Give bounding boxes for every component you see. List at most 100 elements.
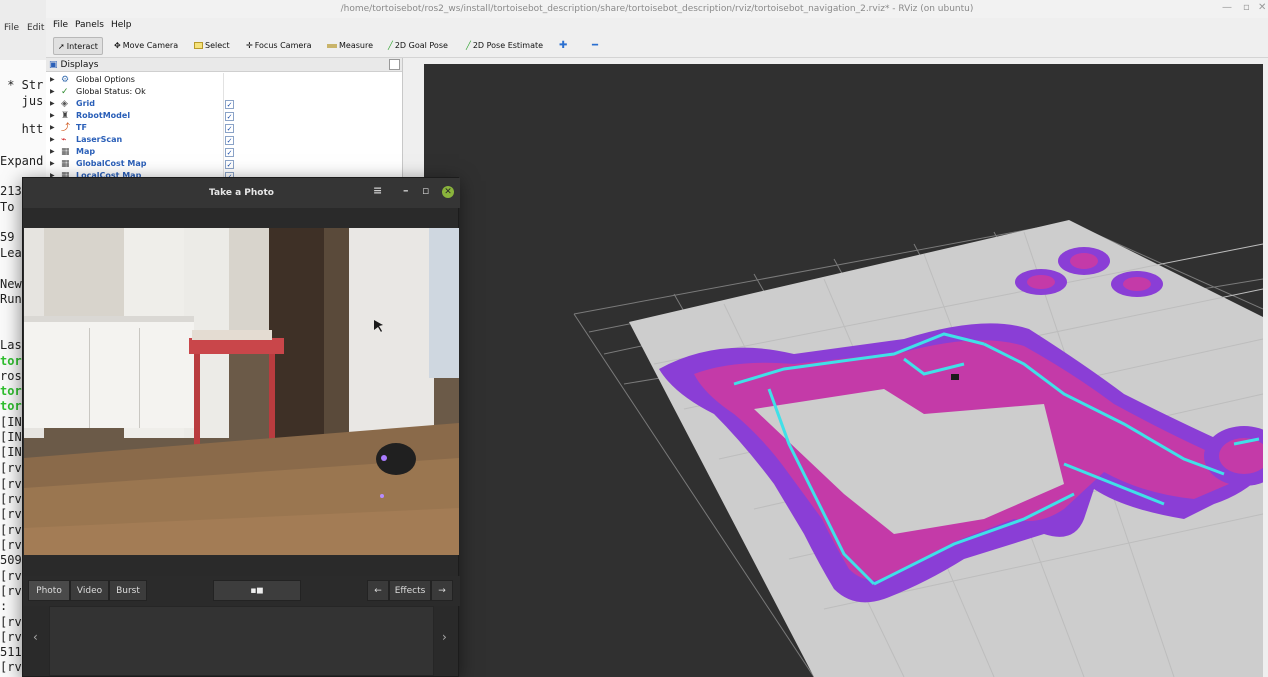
desktop: File Edit * Str jus htt Expand 213 To s 59 a… bbox=[0, 0, 1268, 677]
effects-button[interactable]: Effects bbox=[389, 580, 431, 601]
terminal-line: : bbox=[0, 599, 8, 613]
effects-next-button[interactable]: → bbox=[431, 580, 453, 601]
display-item-label: TF bbox=[76, 123, 87, 132]
robot-model-icon: ♜ bbox=[61, 111, 70, 121]
remove-tool-icon[interactable]: ━ bbox=[588, 37, 602, 55]
minimize-icon[interactable]: – bbox=[403, 184, 409, 197]
display-enabled-checkbox[interactable]: ✓ bbox=[225, 100, 234, 109]
terminal-line: tor bbox=[0, 399, 22, 413]
take-photo-button[interactable]: ▪◼ bbox=[213, 580, 301, 601]
terminal-line: * Str bbox=[0, 78, 44, 92]
add-tool-icon[interactable]: ✚ bbox=[555, 37, 571, 55]
select-icon bbox=[194, 42, 203, 49]
expand-arrow-icon[interactable]: ▶ bbox=[50, 86, 55, 98]
display-item-grid[interactable]: ▶ ◈ Grid ✓ bbox=[46, 98, 403, 110]
menu-help[interactable]: Help bbox=[111, 20, 132, 30]
costmap-render bbox=[424, 64, 1263, 677]
terminal-line: Run bbox=[0, 292, 22, 306]
display-item-label: Global Options bbox=[76, 75, 135, 84]
expand-arrow-icon[interactable]: ▶ bbox=[50, 122, 55, 134]
camera-preview bbox=[24, 228, 459, 555]
terminal-line: 511 bbox=[0, 645, 22, 659]
menu-panels[interactable]: Panels bbox=[75, 20, 104, 30]
focus-camera-tool-button[interactable]: ✛ Focus Camera bbox=[242, 37, 316, 55]
interact-tool-button[interactable]: ➚ Interact bbox=[53, 37, 103, 55]
minimize-icon[interactable]: — bbox=[1222, 2, 1232, 13]
terminal-line: Lea bbox=[0, 246, 22, 260]
display-item-label: Grid bbox=[76, 99, 95, 108]
camera-scene bbox=[24, 228, 459, 555]
select-tool-button[interactable]: Select bbox=[190, 37, 234, 55]
effects-prev-button[interactable]: ← bbox=[367, 580, 389, 601]
terminal-line: 213 bbox=[0, 184, 22, 198]
display-item-global-status-ok[interactable]: ▶ ✓ Global Status: Ok bbox=[46, 86, 403, 98]
display-item-label: GlobalCost Map bbox=[76, 159, 147, 168]
expand-arrow-icon[interactable]: ▶ bbox=[50, 98, 55, 110]
display-item-label: Map bbox=[76, 147, 96, 156]
display-item-global-options[interactable]: ▶ ⚙ Global Options bbox=[46, 74, 403, 86]
display-enabled-checkbox[interactable]: ✓ bbox=[225, 136, 234, 145]
display-item-label: LaserScan bbox=[76, 135, 123, 144]
arrow-right-icon: → bbox=[438, 586, 446, 596]
expand-arrow-icon[interactable]: ▶ bbox=[50, 134, 55, 146]
mode-photo-button[interactable]: Photo bbox=[28, 580, 70, 601]
display-item-laserscan[interactable]: ▶ ⌁ LaserScan ✓ bbox=[46, 134, 403, 146]
display-enabled-checkbox[interactable]: ✓ bbox=[225, 112, 234, 121]
thumbnail-strip[interactable] bbox=[49, 606, 434, 676]
expand-arrow-icon[interactable]: ▶ bbox=[50, 74, 55, 86]
move-camera-tool-button[interactable]: ✥ Move Camera bbox=[110, 37, 182, 55]
terminal-line: htt bbox=[0, 122, 44, 136]
display-item-robotmodel[interactable]: ▶ ♜ RobotModel ✓ bbox=[46, 110, 403, 122]
thumbnails-next-icon[interactable]: › bbox=[442, 630, 447, 644]
maximize-icon[interactable]: ▫ bbox=[422, 184, 429, 197]
robot-marker bbox=[951, 374, 959, 380]
panel-float-button[interactable] bbox=[389, 59, 400, 70]
arrow-left-icon: ← bbox=[374, 586, 382, 596]
rviz-menubar: File Panels Help bbox=[46, 18, 1268, 34]
status-ok-icon: ✓ bbox=[61, 87, 69, 97]
display-enabled-checkbox[interactable]: ✓ bbox=[225, 148, 234, 157]
display-item-label: Global Status: Ok bbox=[76, 87, 146, 96]
display-item-label: RobotModel bbox=[76, 111, 131, 120]
camera-titlebar: Take a Photo ≡ – ▫ ✕ bbox=[23, 178, 460, 208]
camera-window-title: Take a Photo bbox=[209, 188, 274, 198]
gear-icon: ⚙ bbox=[61, 75, 70, 85]
camera-icon: ▪◼ bbox=[250, 586, 264, 596]
pose-estimate-tool-button[interactable]: ╱ 2D Pose Estimate bbox=[462, 37, 547, 55]
display-enabled-checkbox[interactable]: ✓ bbox=[225, 124, 234, 133]
menu-file[interactable]: File bbox=[53, 20, 68, 30]
goal-arrow-icon: ╱ bbox=[388, 41, 393, 50]
expand-arrow-icon[interactable]: ▶ bbox=[50, 110, 55, 122]
tf-icon: ⤴ bbox=[61, 123, 71, 133]
expand-arrow-icon[interactable]: ▶ bbox=[50, 158, 55, 170]
close-icon[interactable]: ✕ bbox=[1258, 2, 1266, 13]
pose-arrow-icon: ╱ bbox=[466, 41, 471, 50]
displays-header: ▣ Displays bbox=[46, 58, 402, 72]
terminal-menu-edit[interactable]: Edit bbox=[27, 23, 44, 33]
expand-arrow-icon[interactable]: ▶ bbox=[50, 146, 55, 158]
terminal-menubar: File Edit bbox=[0, 18, 46, 38]
goal-pose-tool-button[interactable]: ╱ 2D Goal Pose bbox=[384, 37, 452, 55]
grid-icon: ◈ bbox=[61, 99, 68, 109]
mode-burst-button[interactable]: Burst bbox=[109, 580, 147, 601]
display-item-globalcost-map[interactable]: ▶ ▦ GlobalCost Map ✓ bbox=[46, 158, 403, 170]
maximize-icon[interactable]: ▫ bbox=[1243, 2, 1250, 13]
camera-window: Take a Photo ≡ – ▫ ✕ Photo Video Burst ▪… bbox=[22, 177, 460, 677]
cursor-icon: ➚ bbox=[58, 42, 65, 51]
display-item-map[interactable]: ▶ ▦ Map ✓ bbox=[46, 146, 403, 158]
terminal-line: tor bbox=[0, 384, 22, 398]
rviz-3d-view[interactable] bbox=[424, 64, 1263, 677]
close-icon[interactable]: ✕ bbox=[442, 186, 454, 198]
hamburger-menu-icon[interactable]: ≡ bbox=[373, 184, 382, 197]
mode-video-button[interactable]: Video bbox=[70, 580, 109, 601]
rviz-toolbar: ➚ Interact ✥ Move Camera Select ✛ Focus Cam… bbox=[46, 34, 1268, 58]
display-enabled-checkbox[interactable]: ✓ bbox=[225, 160, 234, 169]
rviz-window-title: /home/tortoisebot/ros2_ws/install/tortoi… bbox=[340, 4, 974, 14]
monitor-icon: ▣ bbox=[49, 60, 58, 70]
thumbnails-prev-icon[interactable]: ‹ bbox=[33, 630, 38, 644]
measure-tool-button[interactable]: Measure bbox=[323, 37, 377, 55]
terminal-menu-file[interactable]: File bbox=[4, 23, 19, 33]
display-item-tf[interactable]: ▶ ⤴ TF ✓ bbox=[46, 122, 403, 134]
costmap-icon: ▦ bbox=[61, 159, 70, 169]
map-icon: ▦ bbox=[61, 147, 70, 157]
